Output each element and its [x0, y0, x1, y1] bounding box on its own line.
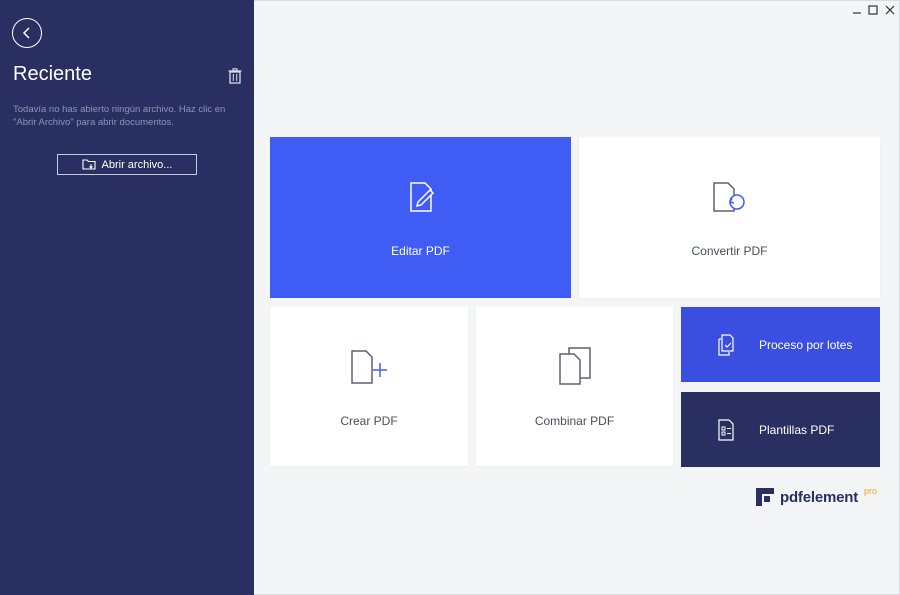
pdfelement-logo-icon — [756, 488, 774, 506]
pdf-templates-tile[interactable]: Plantillas PDF — [681, 392, 880, 467]
edit-pdf-tile[interactable]: Editar PDF — [270, 137, 571, 298]
open-file-label: Abrir archivo... — [101, 158, 173, 171]
open-file-button[interactable]: Abrir archivo... — [57, 154, 197, 175]
convert-pdf-icon — [713, 182, 745, 212]
close-icon — [885, 5, 895, 15]
edit-pdf-label: Editar PDF — [391, 244, 450, 258]
create-pdf-label: Crear PDF — [340, 414, 398, 428]
create-pdf-tile[interactable]: Crear PDF — [270, 307, 468, 466]
combine-pdf-icon — [559, 347, 591, 385]
maximize-button[interactable] — [867, 4, 879, 16]
brand-name: pdfelement — [780, 488, 859, 506]
templates-icon — [718, 419, 734, 441]
convert-pdf-tile[interactable]: Convertir PDF — [579, 137, 880, 298]
batch-process-label: Proceso por lotes — [759, 338, 853, 352]
minimize-icon — [853, 12, 861, 14]
combine-pdf-label: Combinar PDF — [534, 414, 615, 428]
brand-logo: pdfelement — [756, 488, 858, 506]
trash-icon[interactable] — [228, 68, 242, 84]
convert-pdf-label: Convertir PDF — [691, 244, 768, 258]
back-arrow-icon — [22, 27, 30, 39]
folder-open-icon — [81, 159, 96, 170]
minimize-button[interactable] — [851, 4, 863, 16]
recent-title: Reciente — [13, 63, 92, 85]
empty-recent-message: Todavía no has abierto ningún archivo. H… — [13, 104, 226, 128]
edit-pdf-icon — [410, 182, 435, 212]
back-button[interactable] — [12, 18, 42, 48]
batch-process-icon — [718, 334, 734, 356]
combine-pdf-tile[interactable]: Combinar PDF — [476, 307, 673, 466]
brand-edition: pro — [864, 486, 878, 496]
pdf-templates-label: Plantillas PDF — [759, 423, 835, 437]
create-pdf-icon — [351, 350, 387, 384]
sidebar: Reciente Todavía no has abierto ningún a… — [0, 0, 254, 595]
maximize-icon — [868, 5, 878, 15]
batch-process-tile[interactable]: Proceso por lotes — [681, 307, 880, 382]
close-button[interactable] — [884, 4, 896, 16]
